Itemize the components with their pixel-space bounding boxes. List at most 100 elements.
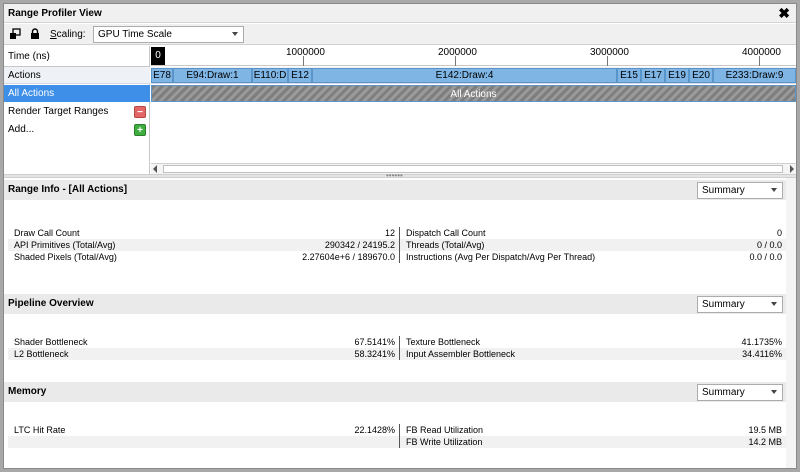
all-actions-row[interactable]: All Actions <box>4 85 150 102</box>
timeline-track-area: 0 1000000 2000000 3000000 4000000 E78 E9… <box>151 46 796 174</box>
pipeline-view-select[interactable]: Summary <box>697 296 783 313</box>
add-range-row[interactable]: Add... + <box>4 121 150 138</box>
timeline-row-labels: Time (ns) Actions All Actions Render Tar… <box>4 46 150 174</box>
metric-row <box>8 436 400 448</box>
all-actions-range-bar[interactable]: All Actions <box>151 85 796 102</box>
action-block[interactable]: E233:Draw:9 <box>713 68 796 83</box>
scaling-label-text: caling: <box>56 29 86 40</box>
metric-label: LTC Hit Rate <box>14 425 66 435</box>
toolbar: Scaling: GPU Time Scale <box>4 24 796 45</box>
metric-value: 14.2 MB <box>748 437 782 447</box>
metric-value: 67.5141% <box>354 337 395 347</box>
scroll-right-icon[interactable] <box>790 165 794 173</box>
metric-row: FB Write Utilization 14.2 MB <box>400 436 786 448</box>
undock-icon[interactable] <box>9 28 21 40</box>
metric-label: Texture Bottleneck <box>406 337 481 347</box>
time-ruler: 0 1000000 2000000 3000000 4000000 <box>151 46 796 66</box>
add-icon[interactable]: + <box>134 124 146 136</box>
metric-value: 0 <box>776 228 782 238</box>
chevron-down-icon <box>771 188 777 192</box>
chevron-down-icon <box>771 302 777 306</box>
memory-view-value: Summary <box>702 387 745 398</box>
metric-value: 12 <box>384 228 395 238</box>
metric-label: L2 Bottleneck <box>14 349 69 359</box>
time-row-label: Time (ns) <box>4 46 150 67</box>
metric-value: 290342 / 24195.2 <box>324 240 395 250</box>
close-icon[interactable]: ✖ <box>778 5 790 21</box>
ruler-tick-label: 4000000 <box>742 47 781 58</box>
action-block[interactable]: E94:Draw:1 <box>173 68 252 83</box>
metric-label: Shaded Pixels (Total/Avg) <box>14 252 117 262</box>
metric-row: Input Assembler Bottleneck 34.4116% <box>400 348 786 360</box>
metric-row: Instructions (Avg Per Dispatch/Avg Per T… <box>400 251 786 263</box>
actions-track: E78 E94:Draw:1 E110:D E12 E142:Draw:4 E1… <box>151 67 796 84</box>
remove-icon[interactable]: − <box>134 106 146 118</box>
action-block[interactable]: E110:D <box>252 68 288 83</box>
ruler-zero-marker: 0 <box>151 47 165 65</box>
scrollbar-thumb[interactable] <box>163 165 783 173</box>
title-bar: Range Profiler View ✖ <box>4 4 796 23</box>
metric-value: 41.1735% <box>741 337 782 347</box>
action-block[interactable]: E142:Draw:4 <box>312 68 617 83</box>
range-info-header: Range Info - [All Actions] Summary <box>4 180 796 200</box>
actions-row-label: Actions <box>4 67 150 84</box>
metric-row: API Primitives (Total/Avg) 290342 / 2419… <box>8 239 400 251</box>
pipeline-overview-title: Pipeline Overview <box>8 298 94 309</box>
timeline-horizontal-scrollbar[interactable] <box>151 163 796 174</box>
chevron-down-icon <box>232 32 238 36</box>
range-info-view-select[interactable]: Summary <box>697 182 783 199</box>
metric-row: Draw Call Count 12 <box>8 227 400 239</box>
metric-row: L2 Bottleneck 58.3241% <box>8 348 400 360</box>
metric-row: LTC Hit Rate 22.1428% <box>8 424 400 436</box>
timeline-panel: Time (ns) Actions All Actions Render Tar… <box>4 46 796 174</box>
metric-value: 58.3241% <box>354 349 395 359</box>
action-block[interactable]: E19 <box>665 68 689 83</box>
splitter-grip-icon[interactable]: •••••• <box>386 171 403 180</box>
metric-value: 34.4116% <box>742 349 782 359</box>
window-title: Range Profiler View <box>8 8 102 19</box>
metric-label: Input Assembler Bottleneck <box>406 349 516 359</box>
memory-header: Memory Summary <box>4 382 796 402</box>
ruler-tick-label: 2000000 <box>438 47 477 58</box>
metric-label: Shader Bottleneck <box>14 337 88 347</box>
metric-label: Threads (Total/Avg) <box>406 240 485 250</box>
range-info-view-value: Summary <box>702 185 745 196</box>
scroll-left-icon[interactable] <box>153 165 157 173</box>
metric-label: FB Read Utilization <box>406 425 484 435</box>
metric-row: Shader Bottleneck 67.5141% <box>8 336 400 348</box>
ruler-tick-label: 3000000 <box>590 47 629 58</box>
memory-view-select[interactable]: Summary <box>697 384 783 401</box>
render-target-ranges-row[interactable]: Render Target Ranges − <box>4 103 150 120</box>
metric-row: Shaded Pixels (Total/Avg) 2.27604e+6 / 1… <box>8 251 400 263</box>
range-profiler-window: Range Profiler View ✖ Scaling: GPU Time … <box>3 3 797 469</box>
scaling-select[interactable]: GPU Time Scale <box>93 26 244 43</box>
scaling-label: Scaling: <box>50 29 86 40</box>
action-block[interactable]: E20 <box>689 68 713 83</box>
action-block[interactable]: E78 <box>151 68 173 83</box>
pipeline-overview-header: Pipeline Overview Summary <box>4 294 796 314</box>
metric-label: FB Write Utilization <box>406 437 483 447</box>
add-range-label: Add... <box>8 124 35 135</box>
memory-title: Memory <box>8 386 47 397</box>
lock-icon[interactable] <box>29 28 41 40</box>
ruler-tick-label: 1000000 <box>286 47 325 58</box>
metric-value: 19.5 MB <box>748 425 782 435</box>
panel-splitter[interactable]: •••••• <box>4 171 796 180</box>
metric-row: Dispatch Call Count 0 <box>400 227 786 239</box>
range-info-title: Range Info - [All Actions] <box>8 184 128 195</box>
pipeline-view-value: Summary <box>702 299 745 310</box>
chevron-down-icon <box>771 390 777 394</box>
metric-row: Threads (Total/Avg) 0 / 0.0 <box>400 239 786 251</box>
action-block[interactable]: E12 <box>288 68 312 83</box>
metric-value: 22.1428% <box>354 425 395 435</box>
metric-row: Texture Bottleneck 41.1735% <box>400 336 786 348</box>
metric-label: API Primitives (Total/Avg) <box>14 240 116 250</box>
action-block[interactable]: E17 <box>641 68 665 83</box>
details-vertical-scrollbar[interactable] <box>786 178 796 468</box>
scaling-select-value: GPU Time Scale <box>98 29 172 40</box>
metric-label: Dispatch Call Count <box>406 228 486 238</box>
action-block[interactable]: E15 <box>617 68 641 83</box>
scaling-label-mnemonic: S <box>50 29 57 40</box>
metric-value: 0.0 / 0.0 <box>749 252 782 262</box>
metric-row: FB Read Utilization 19.5 MB <box>400 424 786 436</box>
